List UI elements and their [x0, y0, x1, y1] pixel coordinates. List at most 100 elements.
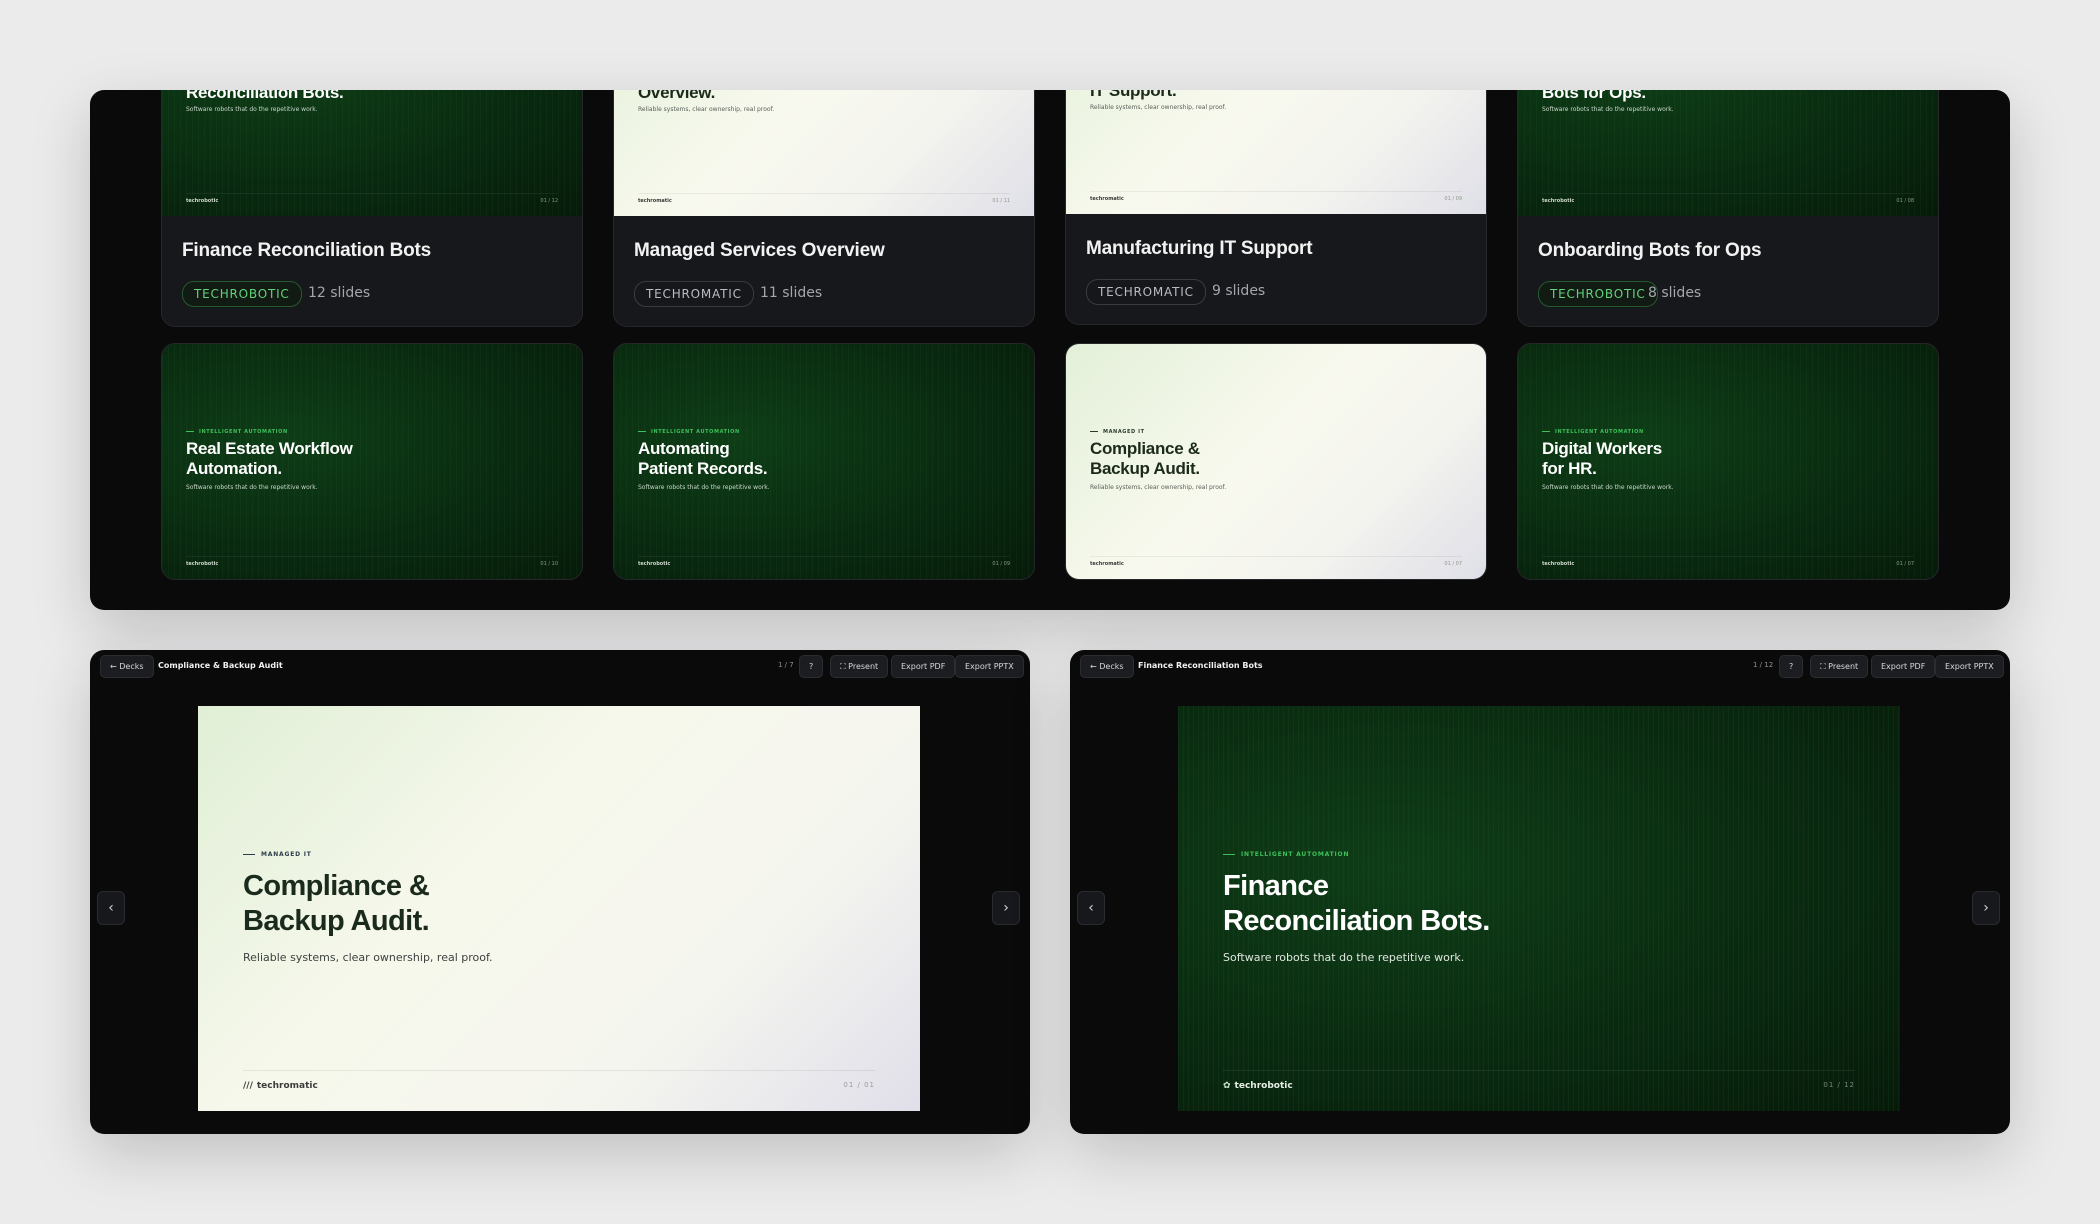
thumbnail-logo: techrobotic — [186, 561, 219, 567]
thumbnail-subtitle: Reliable systems, clear ownership, real … — [1090, 104, 1227, 111]
deck-viewer-compliance: ← Decks Compliance & Backup Audit 1 / 7 … — [90, 650, 1030, 1134]
deck-thumbnail: INTELLIGENT AUTOMATION Automating Patien… — [614, 344, 1034, 579]
thumbnail-page: 01 / 09 — [1444, 196, 1462, 202]
brand-badge: TECHROMATIC — [634, 281, 754, 307]
viewer-toolbar: ← Decks Compliance & Backup Audit 1 / 7 … — [90, 650, 1030, 682]
thumbnail-logo: techromatic — [1090, 196, 1124, 202]
back-to-decks-button[interactable]: ← Decks — [100, 655, 154, 678]
slide-counter: 1 / 12 — [1753, 661, 1774, 669]
deck-title: Onboarding Bots for Ops — [1538, 240, 1762, 261]
thumbnail-page: 01 / 07 — [1444, 561, 1462, 567]
help-button[interactable]: ? — [799, 655, 824, 678]
deck-thumbnail: Overview. Reliable systems, clear owners… — [614, 90, 1034, 216]
viewer-toolbar: ← Decks Finance Reconciliation Bots 1 / … — [1070, 650, 2010, 682]
deck-card-digital-workers[interactable]: INTELLIGENT AUTOMATION Digital Workers f… — [1517, 343, 1939, 580]
thumbnail-page: 01 / 09 — [992, 561, 1010, 567]
thumbnail-logo: techrobotic — [1542, 198, 1575, 204]
prev-slide-button[interactable]: ‹ — [1077, 891, 1105, 925]
slide-title: Finance Reconciliation Bots. — [1223, 870, 1490, 937]
prev-slide-button[interactable]: ‹ — [97, 891, 125, 925]
slide-logo: ///techromatic — [243, 1081, 318, 1091]
next-slide-button[interactable]: › — [992, 891, 1020, 925]
thumbnail-title: Bots for Ops. — [1542, 90, 1646, 102]
brand-badge: TECHROBOTIC — [182, 281, 302, 307]
thumbnail-subtitle: Software robots that do the repetitive w… — [638, 484, 770, 491]
thumbnail-subtitle: Reliable systems, clear ownership, real … — [638, 106, 775, 113]
thumbnail-logo: techrobotic — [186, 198, 219, 204]
thumbnail-kicker: INTELLIGENT AUTOMATION — [638, 429, 740, 435]
thumbnail-subtitle: Software robots that do the repetitive w… — [1542, 106, 1674, 113]
slide-count: 12 slides — [308, 285, 371, 301]
slide-kicker: INTELLIGENT AUTOMATION — [1223, 851, 1349, 858]
deck-thumbnail: INTELLIGENT AUTOMATION Digital Workers f… — [1518, 344, 1938, 579]
deck-card-finance-reconciliation[interactable]: Reconciliation Bots. Software robots tha… — [161, 90, 583, 327]
viewer-deck-title: Compliance & Backup Audit — [158, 661, 283, 670]
present-button[interactable]: ⛶ Present — [1810, 655, 1869, 678]
deck-viewer-finance: ← Decks Finance Reconciliation Bots 1 / … — [1070, 650, 2010, 1134]
deck-title: Finance Reconciliation Bots — [182, 240, 432, 261]
deck-card-managed-services[interactable]: Overview. Reliable systems, clear owners… — [613, 90, 1035, 327]
thumbnail-logo: techrobotic — [638, 561, 671, 567]
thumbnail-subtitle: Software robots that do the repetitive w… — [1542, 484, 1674, 491]
thumbnail-page: 01 / 11 — [992, 198, 1010, 204]
deck-card-manufacturing-it[interactable]: IT Support. Reliable systems, clear owne… — [1065, 90, 1487, 325]
thumbnail-kicker: MANAGED IT — [1090, 429, 1145, 435]
export-pdf-button[interactable]: Export PDF — [1871, 655, 1936, 678]
deck-thumbnail: INTELLIGENT AUTOMATION Real Estate Workf… — [162, 344, 582, 579]
slide-subtitle: Reliable systems, clear ownership, real … — [243, 951, 493, 964]
slide-subtitle: Software robots that do the repetitive w… — [1223, 951, 1465, 964]
brand-badge: TECHROMATIC — [1086, 279, 1206, 305]
thumbnail-subtitle: Software robots that do the repetitive w… — [186, 106, 318, 113]
thumbnail-subtitle: Reliable systems, clear ownership, real … — [1090, 484, 1227, 491]
export-pptx-button[interactable]: Export PPTX — [955, 655, 1024, 678]
present-button[interactable]: ⛶ Present — [830, 655, 889, 678]
slide-page-number: 01 / 01 — [843, 1081, 875, 1089]
deck-card-onboarding-bots[interactable]: Bots for Ops. Software robots that do th… — [1517, 90, 1939, 327]
deck-title: Manufacturing IT Support — [1086, 238, 1313, 259]
thumbnail-title: Overview. — [638, 90, 715, 102]
slide-count: 9 slides — [1212, 283, 1266, 299]
deck-card-real-estate[interactable]: INTELLIGENT AUTOMATION Real Estate Workf… — [161, 343, 583, 580]
thumbnail-title: Automating Patient Records. — [638, 439, 768, 478]
help-button[interactable]: ? — [1779, 655, 1804, 678]
deck-thumbnail: Reconciliation Bots. Software robots tha… — [162, 90, 582, 216]
thumbnail-kicker: INTELLIGENT AUTOMATION — [186, 429, 288, 435]
slide-counter: 1 / 7 — [778, 661, 794, 669]
slide-kicker: MANAGED IT — [243, 851, 312, 858]
deck-thumbnail: MANAGED IT Compliance & Backup Audit. Re… — [1066, 344, 1486, 579]
back-to-decks-button[interactable]: ← Decks — [1080, 655, 1134, 678]
slide-logo: ✿ techrobotic — [1223, 1081, 1293, 1091]
brand-logo-icon: /// — [243, 1081, 253, 1091]
thumbnail-page: 01 / 12 — [540, 198, 558, 204]
thumbnail-title: Compliance & Backup Audit. — [1090, 439, 1200, 478]
thumbnail-logo: techrobotic — [1542, 561, 1575, 567]
thumbnail-title: Reconciliation Bots. — [186, 90, 344, 102]
brand-logo-icon: ✿ — [1223, 1081, 1231, 1091]
thumbnail-subtitle: Software robots that do the repetitive w… — [186, 484, 318, 491]
deck-thumbnail: IT Support. Reliable systems, clear owne… — [1066, 90, 1486, 214]
deck-card-patient-records[interactable]: INTELLIGENT AUTOMATION Automating Patien… — [613, 343, 1035, 580]
slide-count: 8 slides — [1648, 285, 1702, 301]
deck-card-compliance-backup[interactable]: MANAGED IT Compliance & Backup Audit. Re… — [1065, 343, 1487, 580]
export-pdf-button[interactable]: Export PDF — [891, 655, 956, 678]
thumbnail-page: 01 / 10 — [540, 561, 558, 567]
slide-page-number: 01 / 12 — [1823, 1081, 1855, 1089]
thumbnail-title: IT Support. — [1090, 90, 1177, 100]
export-pptx-button[interactable]: Export PPTX — [1935, 655, 2004, 678]
thumbnail-logo: techromatic — [1090, 561, 1124, 567]
thumbnail-title: Real Estate Workflow Automation. — [186, 439, 353, 478]
thumbnail-title: Digital Workers for HR. — [1542, 439, 1662, 478]
thumbnail-kicker: INTELLIGENT AUTOMATION — [1542, 429, 1644, 435]
thumbnail-logo: techromatic — [638, 198, 672, 204]
deck-thumbnail: Bots for Ops. Software robots that do th… — [1518, 90, 1938, 216]
thumbnail-page: 01 / 08 — [1896, 198, 1914, 204]
deck-gallery: Reconciliation Bots. Software robots tha… — [90, 90, 2010, 610]
brand-badge: TECHROBOTIC — [1538, 281, 1658, 307]
thumbnail-page: 01 / 07 — [1896, 561, 1914, 567]
deck-title: Managed Services Overview — [634, 240, 885, 261]
slide-canvas: MANAGED IT Compliance & Backup Audit. Re… — [198, 706, 920, 1111]
next-slide-button[interactable]: › — [1972, 891, 2000, 925]
viewer-deck-title: Finance Reconciliation Bots — [1138, 661, 1263, 670]
slide-canvas: INTELLIGENT AUTOMATION Finance Reconcili… — [1178, 706, 1900, 1111]
slide-title: Compliance & Backup Audit. — [243, 870, 430, 937]
